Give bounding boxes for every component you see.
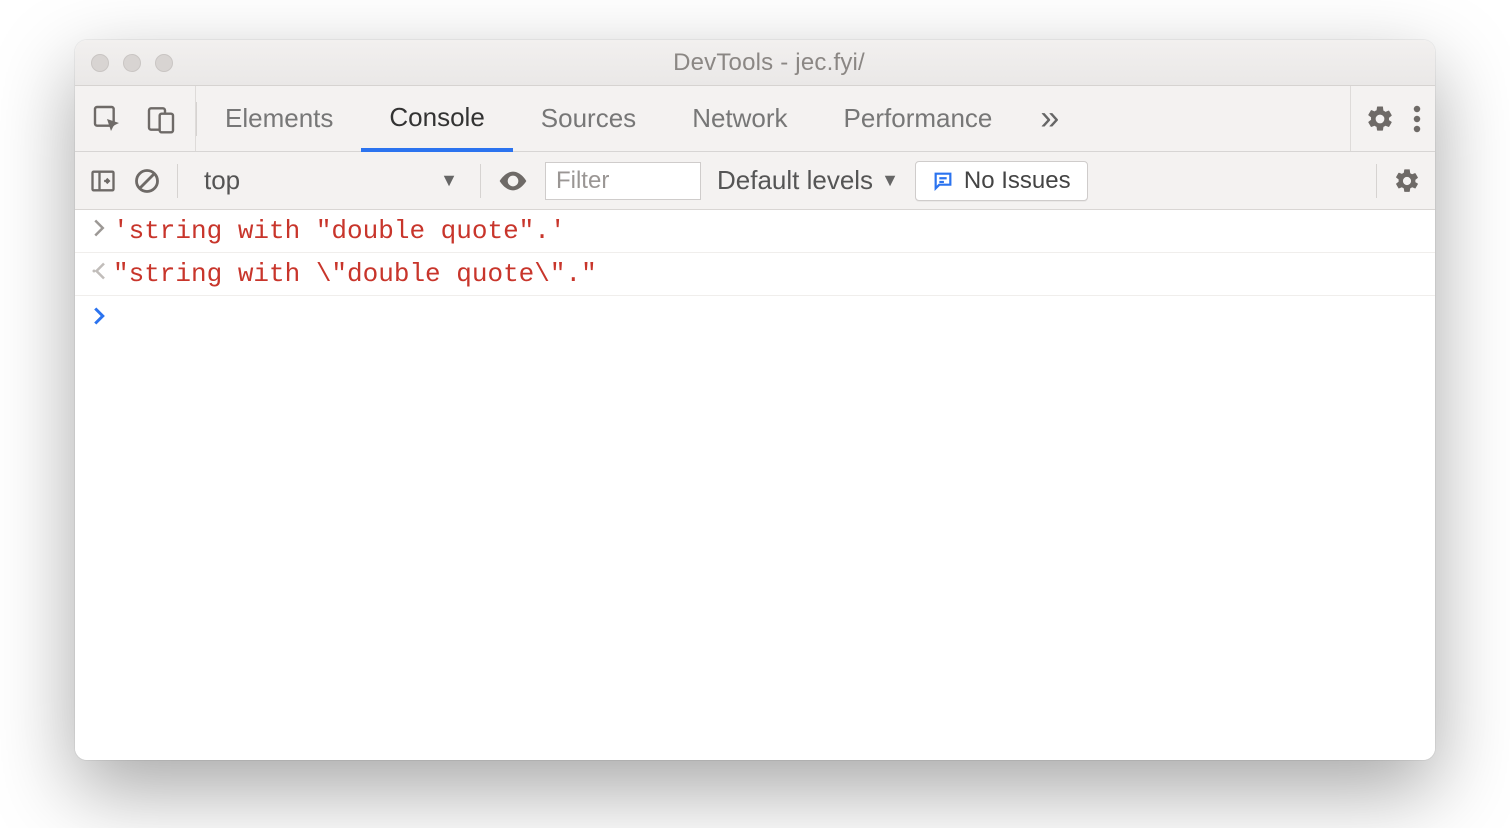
settings-gear-icon[interactable]	[1365, 104, 1395, 134]
devtools-window: DevTools - jec.fyi/ Elements Console So	[75, 40, 1435, 760]
live-expression-eye-icon[interactable]	[497, 165, 529, 197]
divider	[480, 164, 481, 198]
tab-console[interactable]: Console	[361, 86, 512, 152]
log-levels-selector[interactable]: Default levels ▼	[717, 165, 899, 196]
panel-tabs: Elements Console Sources Network Perform…	[197, 86, 1020, 151]
output-chevron-icon	[85, 259, 113, 281]
console-prompt[interactable]	[75, 296, 1435, 332]
issues-label: No Issues	[964, 167, 1071, 195]
minimize-window-button[interactable]	[123, 54, 141, 72]
console-input-echo: 'string with "double quote".'	[75, 210, 1435, 253]
console-settings-gear-icon[interactable]	[1393, 167, 1421, 195]
chevron-down-icon: ▼	[881, 170, 899, 191]
clear-console-icon[interactable]	[133, 167, 161, 195]
more-options-icon[interactable]	[1413, 104, 1421, 134]
tabs-overflow-button[interactable]: »	[1020, 86, 1079, 151]
console-result: "string with \"double quote\"."	[75, 253, 1435, 296]
chevron-down-icon: ▼	[440, 170, 458, 191]
execution-context-selector[interactable]: top ▼	[194, 165, 464, 196]
issues-icon	[932, 170, 954, 192]
divider	[177, 164, 178, 198]
inspect-element-icon[interactable]	[91, 103, 123, 135]
console-text: 'string with "double quote".'	[113, 216, 565, 246]
toggle-device-toolbar-icon[interactable]	[145, 103, 177, 135]
console-toolbar: top ▼ Default levels ▼ No Issues	[75, 152, 1435, 210]
tab-network[interactable]: Network	[664, 86, 815, 151]
prompt-chevron-icon	[85, 306, 113, 326]
execution-context-label: top	[204, 165, 240, 196]
close-window-button[interactable]	[91, 54, 109, 72]
toggle-console-sidebar-icon[interactable]	[89, 167, 117, 195]
window-controls	[91, 54, 173, 72]
window-title: DevTools - jec.fyi/	[173, 49, 1365, 77]
issues-button[interactable]: No Issues	[915, 161, 1088, 201]
log-levels-label: Default levels	[717, 165, 873, 196]
panel-tabstrip: Elements Console Sources Network Perform…	[75, 86, 1435, 152]
tab-performance[interactable]: Performance	[816, 86, 1021, 151]
zoom-window-button[interactable]	[155, 54, 173, 72]
titlebar: DevTools - jec.fyi/	[75, 40, 1435, 86]
console-text: "string with \"double quote\"."	[113, 259, 597, 289]
divider	[1376, 164, 1377, 198]
input-chevron-icon	[85, 216, 113, 238]
tab-elements[interactable]: Elements	[197, 86, 361, 151]
console-messages[interactable]: 'string with "double quote".' "string wi…	[75, 210, 1435, 760]
tab-sources[interactable]: Sources	[513, 86, 664, 151]
filter-input[interactable]	[545, 162, 701, 200]
